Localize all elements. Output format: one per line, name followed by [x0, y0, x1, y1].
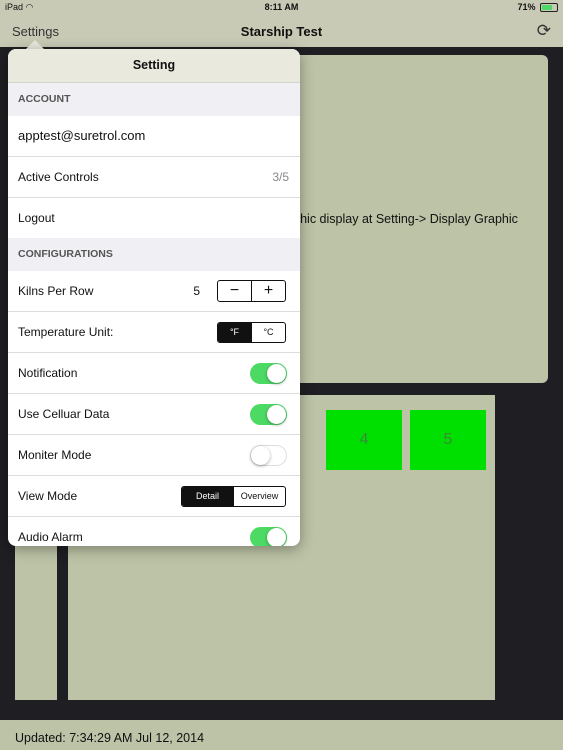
- active-controls-label: Active Controls: [18, 170, 99, 184]
- view-mode-row: View Mode Detail Overview: [8, 476, 300, 517]
- stepper-plus-button[interactable]: +: [251, 281, 285, 301]
- temperature-unit-row: Temperature Unit: °F °C: [8, 312, 300, 353]
- logout-button[interactable]: Logout: [18, 211, 55, 225]
- account-email-row[interactable]: apptest@suretrol.com: [8, 116, 300, 157]
- kiln-tile-4[interactable]: 4: [326, 410, 402, 470]
- audio-alarm-row: Audio Alarm: [8, 517, 300, 546]
- clock: 8:11 AM: [264, 2, 299, 12]
- kilns-per-row-value: 5: [193, 284, 200, 298]
- cellular-data-row: Use Celluar Data: [8, 394, 300, 435]
- logout-row[interactable]: Logout: [8, 198, 300, 238]
- temperature-option-c[interactable]: °C: [251, 323, 285, 342]
- active-controls-row[interactable]: Active Controls 3/5: [8, 157, 300, 198]
- view-mode-option-detail[interactable]: Detail: [182, 487, 233, 506]
- updated-timestamp: Updated: 7:34:29 AM Jul 12, 2014: [15, 731, 205, 745]
- active-controls-value: 3/5: [272, 170, 289, 184]
- nav-bar: Settings Starship Test ⟳: [0, 14, 563, 47]
- moniter-mode-toggle[interactable]: [250, 445, 287, 466]
- view-mode-label: View Mode: [18, 489, 78, 503]
- account-email: apptest@suretrol.com: [18, 128, 146, 143]
- view-mode-option-overview[interactable]: Overview: [233, 487, 285, 506]
- popover-title: Setting: [8, 49, 300, 83]
- audio-alarm-toggle[interactable]: [250, 527, 287, 546]
- moniter-mode-label: Moniter Mode: [18, 448, 92, 462]
- battery-indicator: 71%: [517, 2, 558, 13]
- notification-label: Notification: [18, 366, 78, 380]
- footer-bar: Updated: 7:34:29 AM Jul 12, 2014: [0, 720, 563, 750]
- temperature-unit-segmented[interactable]: °F °C: [217, 322, 286, 343]
- settings-popover: Setting ACCOUNT apptest@suretrol.com Act…: [8, 49, 300, 546]
- temperature-option-f[interactable]: °F: [218, 323, 251, 342]
- configurations-section-header: CONFIGURATIONS: [8, 238, 300, 271]
- stepper-minus-button[interactable]: −: [218, 281, 251, 301]
- cellular-data-toggle[interactable]: [250, 404, 287, 425]
- battery-icon: [540, 3, 558, 13]
- kiln-tile-5[interactable]: 5: [410, 410, 486, 470]
- popover-arrow: [26, 40, 44, 49]
- cellular-data-label: Use Celluar Data: [18, 407, 110, 421]
- moniter-mode-row: Moniter Mode: [8, 435, 300, 476]
- account-section-header: ACCOUNT: [8, 83, 300, 116]
- kilns-per-row-stepper[interactable]: − +: [217, 280, 286, 302]
- kilns-per-row-label: Kilns Per Row: [18, 284, 94, 298]
- view-mode-segmented[interactable]: Detail Overview: [181, 486, 286, 507]
- page-title: Starship Test: [240, 24, 323, 39]
- kilns-per-row-row: Kilns Per Row 5 − +: [8, 271, 300, 312]
- audio-alarm-label: Audio Alarm: [18, 530, 83, 544]
- notification-toggle[interactable]: [250, 363, 287, 384]
- refresh-icon[interactable]: ⟳: [537, 21, 551, 41]
- temperature-unit-label: Temperature Unit:: [18, 325, 114, 339]
- notification-row: Notification: [8, 353, 300, 394]
- status-bar: iPad ◠ 8:11 AM 71%: [0, 0, 563, 14]
